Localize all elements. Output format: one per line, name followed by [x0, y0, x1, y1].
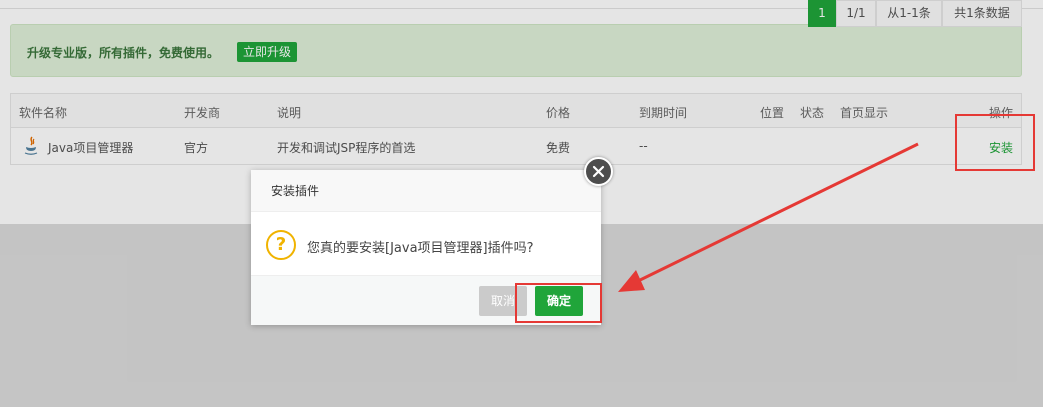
highlight-confirm — [515, 283, 602, 323]
close-icon[interactable] — [584, 157, 613, 186]
highlight-install — [955, 114, 1035, 171]
dialog-message: 您真的要安装[Java项目管理器]插件吗? — [307, 241, 534, 256]
question-icon: ? — [266, 230, 296, 260]
dialog-title: 安装插件 — [251, 170, 601, 212]
dialog-body: ? 您真的要安装[Java项目管理器]插件吗? — [251, 213, 601, 275]
